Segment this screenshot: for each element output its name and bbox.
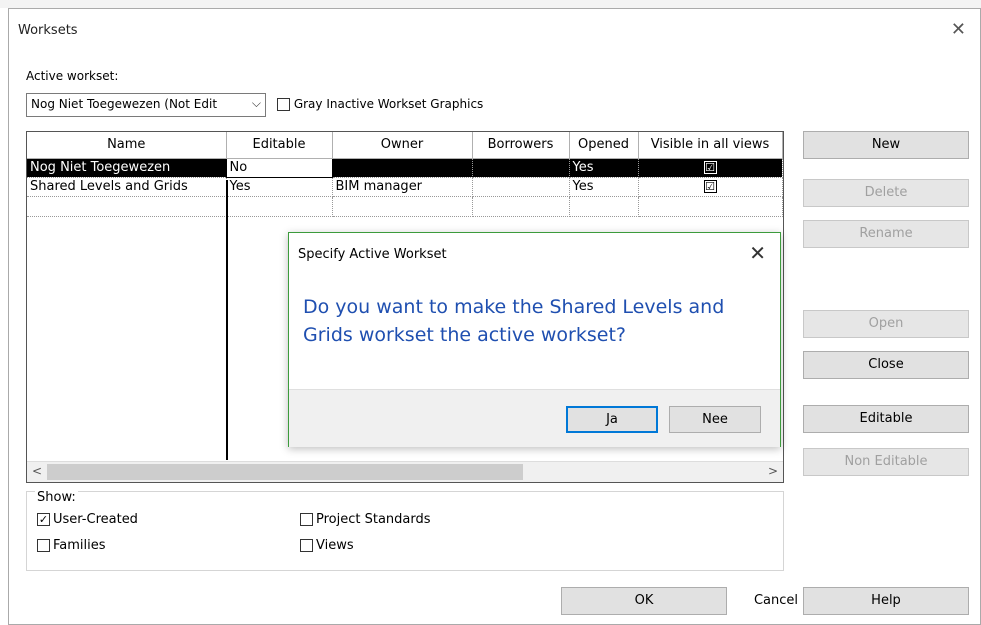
delete-button[interactable]: Delete xyxy=(803,179,969,207)
column-divider xyxy=(226,180,228,460)
user-created-option[interactable]: ✓ User-Created xyxy=(37,512,138,527)
horizontal-scrollbar[interactable]: < > xyxy=(27,461,783,482)
column-header-opened[interactable]: Opened xyxy=(569,132,639,159)
yes-button[interactable]: Ja xyxy=(566,406,658,433)
column-header-visible[interactable]: Visible in all views xyxy=(638,132,783,159)
column-header-name[interactable]: Name xyxy=(27,132,227,159)
cell-name[interactable]: Nog Niet Toegewezen xyxy=(27,158,227,178)
gray-inactive-checkbox[interactable] xyxy=(277,98,290,111)
column-header-owner[interactable]: Owner xyxy=(332,132,473,159)
gray-inactive-label: Gray Inactive Workset Graphics xyxy=(293,97,484,111)
scroll-left-icon[interactable]: < xyxy=(32,464,42,478)
close-button[interactable]: Close xyxy=(803,351,969,379)
scroll-right-icon[interactable]: > xyxy=(768,464,778,478)
views-checkbox[interactable] xyxy=(300,539,313,552)
cell-owner xyxy=(332,158,473,178)
editable-button[interactable]: Editable xyxy=(803,405,969,433)
chevron-down-icon: ⌵ xyxy=(251,96,261,110)
families-checkbox[interactable] xyxy=(37,539,50,552)
cell-visible[interactable]: ☑ xyxy=(638,158,783,178)
project-standards-option[interactable]: Project Standards xyxy=(300,512,431,527)
families-option[interactable]: Families xyxy=(37,538,106,553)
gray-inactive-option[interactable]: Gray Inactive Workset Graphics xyxy=(277,97,483,111)
modal-title: Specify Active Workset xyxy=(298,247,447,262)
families-label: Families xyxy=(53,538,106,553)
help-button[interactable]: Help xyxy=(803,587,969,615)
active-workset-dropdown[interactable]: Nog Niet Toegewezen (Not Edit ⌵ xyxy=(26,93,266,117)
non-editable-button[interactable]: Non Editable xyxy=(803,448,969,476)
open-button[interactable]: Open xyxy=(803,310,969,338)
cell-name[interactable]: Shared Levels and Grids xyxy=(27,177,227,197)
new-button[interactable]: New xyxy=(803,131,969,159)
modal-footer: Ja Nee xyxy=(289,389,780,447)
specify-active-workset-dialog: Specify Active Workset ✕ Do you want to … xyxy=(288,232,781,447)
cell-borrowers xyxy=(472,158,570,178)
dialog-title: Worksets xyxy=(18,23,78,38)
active-workset-value: Nog Niet Toegewezen (Not Edit xyxy=(31,97,218,111)
user-created-checkbox[interactable]: ✓ xyxy=(37,513,50,526)
project-standards-checkbox[interactable] xyxy=(300,513,313,526)
column-header-editable[interactable]: Editable xyxy=(226,132,333,159)
background-window-top xyxy=(0,0,981,8)
user-created-label: User-Created xyxy=(53,512,138,527)
scrollbar-thumb[interactable] xyxy=(47,464,523,480)
cell-borrowers xyxy=(472,177,570,197)
cell-opened[interactable]: Yes xyxy=(569,177,639,197)
visible-checkbox[interactable]: ☑ xyxy=(703,161,717,174)
show-group: Show: ✓ User-Created Families Project Sta… xyxy=(26,490,784,571)
cell-editable[interactable]: No xyxy=(225,157,333,178)
active-workset-label: Active workset: xyxy=(26,69,119,83)
modal-close-icon[interactable]: ✕ xyxy=(749,241,766,265)
column-header-borrowers[interactable]: Borrowers xyxy=(472,132,570,159)
views-label: Views xyxy=(316,538,354,553)
rename-button[interactable]: Rename xyxy=(803,220,969,248)
cell-opened[interactable]: Yes xyxy=(569,158,639,178)
close-icon[interactable]: ✕ xyxy=(951,19,966,40)
visible-checkbox[interactable]: ☑ xyxy=(703,180,717,193)
cell-editable[interactable]: Yes xyxy=(226,177,333,197)
cell-visible[interactable]: ☑ xyxy=(638,177,783,197)
project-standards-label: Project Standards xyxy=(316,512,431,527)
show-label: Show: xyxy=(35,490,78,505)
table-row-empty xyxy=(27,196,783,217)
table-row[interactable]: Shared Levels and Grids Yes BIM manager … xyxy=(27,177,783,197)
views-option[interactable]: Views xyxy=(300,538,354,553)
cell-owner: BIM manager xyxy=(332,177,473,197)
table-row[interactable]: Nog Niet Toegewezen No Yes ☑ xyxy=(27,157,783,178)
no-button[interactable]: Nee xyxy=(669,406,761,433)
modal-message: Do you want to make the Shared Levels an… xyxy=(303,296,725,346)
